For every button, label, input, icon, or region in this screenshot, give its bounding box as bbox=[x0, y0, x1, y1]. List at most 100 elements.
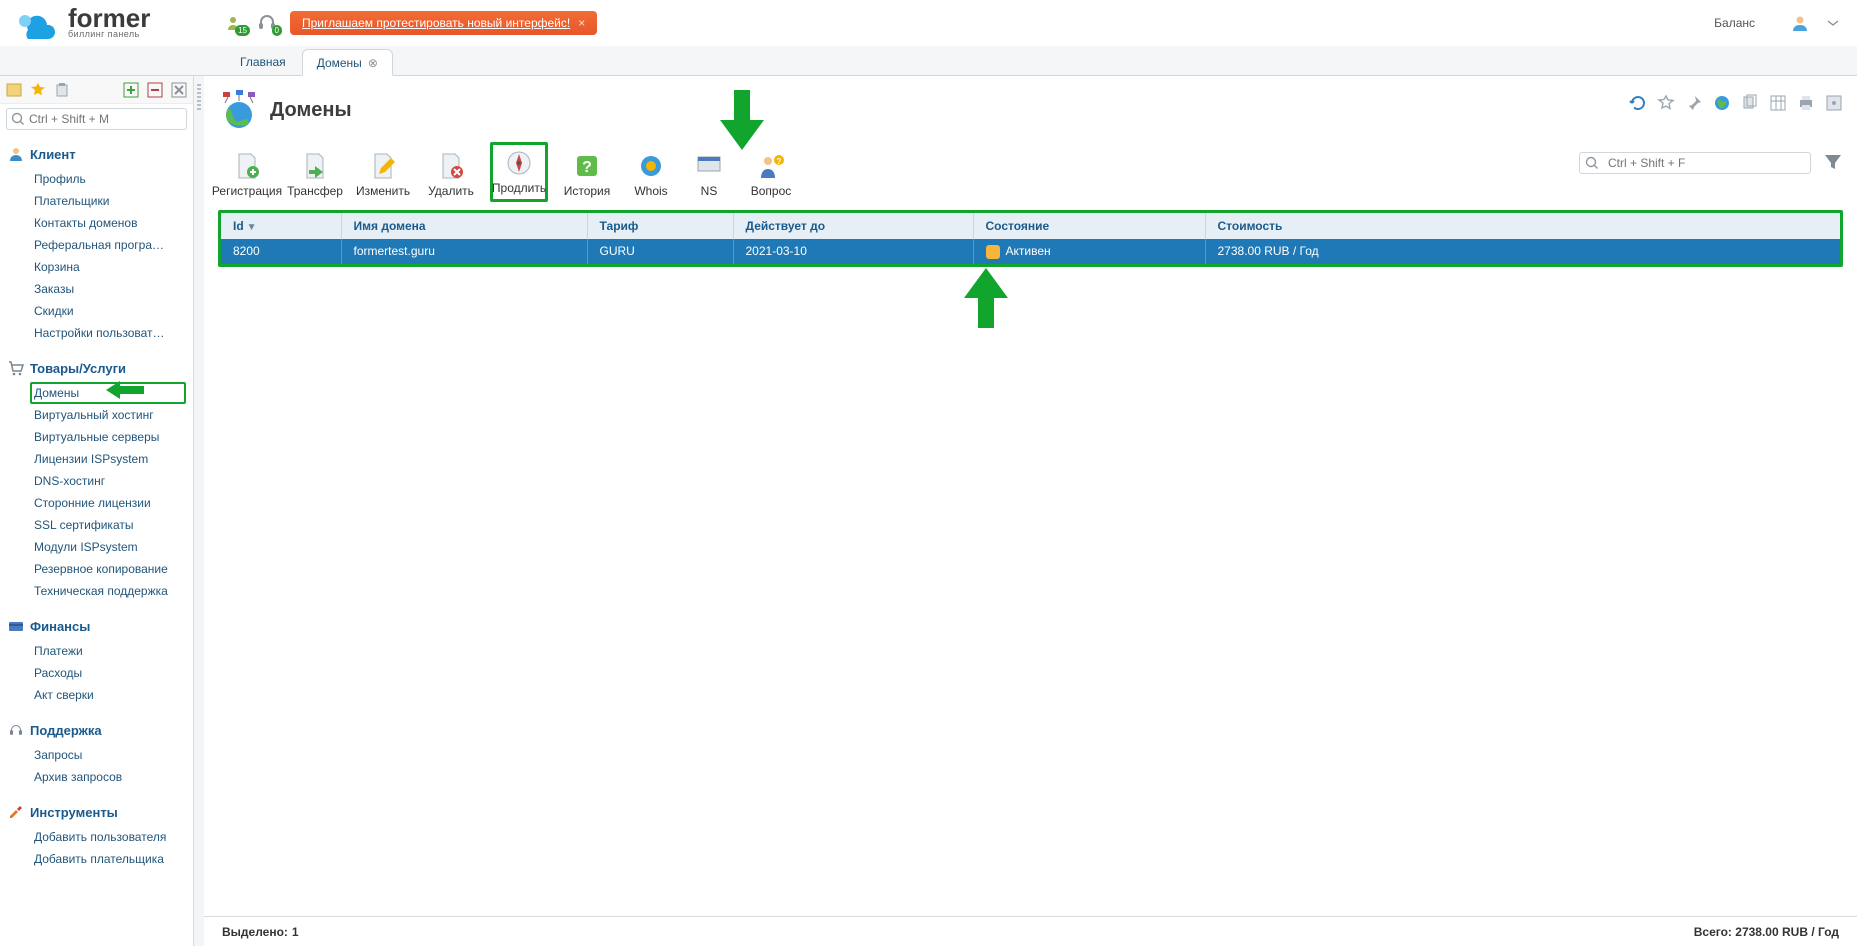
table-header-row: Id▼ Имя домена Тариф Действует до Состоя… bbox=[221, 213, 1840, 239]
col-id[interactable]: Id▼ bbox=[221, 213, 341, 239]
tool-label: История bbox=[564, 184, 611, 198]
section-head-finance[interactable]: Финансы bbox=[0, 614, 193, 638]
col-state[interactable]: Состояние bbox=[973, 213, 1205, 239]
top-right: Баланс bbox=[1714, 0, 1839, 46]
sidebar-item-ext-licenses[interactable]: Сторонние лицензии bbox=[30, 492, 186, 514]
sidebar-item-payments[interactable]: Платежи bbox=[30, 640, 186, 662]
plus-icon[interactable] bbox=[123, 82, 139, 98]
section-head-client[interactable]: Клиент bbox=[0, 142, 193, 166]
tools-icon bbox=[8, 804, 24, 820]
tabs-row: Главная Домены ⊗ bbox=[0, 46, 1857, 76]
top-bar: former биллинг панель 15 0 Приглашаем пр… bbox=[0, 0, 1857, 46]
sort-desc-icon: ▼ bbox=[247, 222, 257, 233]
tool-delete[interactable]: Удалить bbox=[422, 148, 480, 202]
settings-icon[interactable] bbox=[1825, 94, 1843, 112]
pin-icon[interactable] bbox=[1685, 94, 1703, 112]
sidebar-item-reconciliation[interactable]: Акт сверки bbox=[30, 684, 186, 706]
tool-edit[interactable]: Изменить bbox=[354, 148, 412, 202]
col-tariff[interactable]: Тариф bbox=[587, 213, 733, 239]
sidebar-item-vps[interactable]: Виртуальные серверы bbox=[30, 426, 186, 448]
refresh-icon[interactable] bbox=[1629, 94, 1647, 112]
minus-icon[interactable] bbox=[147, 82, 163, 98]
user-avatar-icon bbox=[1791, 14, 1809, 32]
sidebar-item-ticket-archive[interactable]: Архив запросов bbox=[30, 766, 186, 788]
filter-icon[interactable] bbox=[1823, 152, 1843, 172]
footer-total-label: Всего: bbox=[1694, 925, 1732, 939]
tool-register[interactable]: Регистрация bbox=[218, 148, 276, 202]
col-name[interactable]: Имя домена bbox=[341, 213, 587, 239]
columns-icon[interactable] bbox=[1769, 94, 1787, 112]
tab-close-icon[interactable]: ⊗ bbox=[368, 56, 378, 70]
sidebar-item-isp-licenses[interactable]: Лицензии ISPsystem bbox=[30, 448, 186, 470]
promo-banner-text[interactable]: Приглашаем протестировать новый интерфей… bbox=[302, 16, 570, 30]
splitter[interactable] bbox=[194, 76, 204, 946]
sidebar-item-profile[interactable]: Профиль bbox=[30, 168, 186, 190]
promo-banner: Приглашаем протестировать новый интерфей… bbox=[290, 11, 597, 35]
cloud-icon bbox=[14, 6, 60, 40]
print-icon[interactable] bbox=[1797, 94, 1815, 112]
star-icon[interactable] bbox=[30, 82, 46, 98]
sidebar-item-backup[interactable]: Резервное копирование bbox=[30, 558, 186, 580]
sidebar-item-user-settings[interactable]: Настройки пользоват… bbox=[30, 322, 186, 344]
table-row[interactable]: 8200 formertest.guru GURU 2021-03-10 Акт… bbox=[221, 239, 1840, 264]
sidebar-item-shared-hosting[interactable]: Виртуальный хостинг bbox=[30, 404, 186, 426]
close-icon[interactable] bbox=[171, 82, 187, 98]
promo-close-icon[interactable]: × bbox=[578, 16, 585, 30]
sidebar-item-cart[interactable]: Корзина bbox=[30, 256, 186, 278]
tab-home[interactable]: Главная bbox=[226, 48, 300, 75]
user-menu[interactable] bbox=[1791, 14, 1839, 32]
sidebar-item-payers[interactable]: Плательщики bbox=[30, 190, 186, 212]
file-pencil-icon bbox=[369, 152, 397, 180]
headset-icon bbox=[8, 722, 24, 738]
cell-price: 2738.00 RUB / Год bbox=[1205, 239, 1840, 264]
sidebar-item-orders[interactable]: Заказы bbox=[30, 278, 186, 300]
section-head-support[interactable]: Поддержка bbox=[0, 718, 193, 742]
logo[interactable]: former биллинг панель bbox=[14, 6, 214, 40]
sidebar-item-expenses[interactable]: Расходы bbox=[30, 662, 186, 684]
sidebar-item-ssl[interactable]: SSL сертификаты bbox=[30, 514, 186, 536]
search-icon bbox=[11, 112, 25, 126]
sidebar-item-dns-hosting[interactable]: DNS-хостинг bbox=[30, 470, 186, 492]
star-outline-icon[interactable] bbox=[1657, 94, 1675, 112]
footer-selected-count: 1 bbox=[292, 925, 299, 939]
sidebar-item-tickets[interactable]: Запросы bbox=[30, 744, 186, 766]
sidebar-item-techsupport[interactable]: Техническая поддержка bbox=[30, 580, 186, 602]
section-support: Поддержка Запросы Архив запросов bbox=[0, 718, 193, 792]
tool-question[interactable]: ? Вопрос bbox=[742, 148, 800, 202]
list-icon[interactable] bbox=[6, 82, 22, 98]
copy-icon[interactable] bbox=[1741, 94, 1759, 112]
tool-ns[interactable]: NS bbox=[686, 148, 732, 202]
col-expires[interactable]: Действует до bbox=[733, 213, 973, 239]
globe-small-icon[interactable] bbox=[1713, 94, 1731, 112]
cell-name: formertest.guru bbox=[341, 239, 587, 264]
sidebar-item-referral[interactable]: Реферальная програ… bbox=[30, 234, 186, 256]
tab-label: Домены bbox=[317, 56, 362, 70]
tool-renew[interactable]: Продлить bbox=[490, 142, 548, 202]
tool-label: Продлить bbox=[492, 181, 546, 195]
section-head-products[interactable]: Товары/Услуги bbox=[0, 356, 193, 380]
clipboard-icon[interactable] bbox=[54, 82, 70, 98]
tool-history[interactable]: ? История bbox=[558, 148, 616, 202]
section-title: Товары/Услуги bbox=[30, 361, 126, 376]
tool-transfer[interactable]: Трансфер bbox=[286, 148, 344, 202]
sidebar-item-discounts[interactable]: Скидки bbox=[30, 300, 186, 322]
balance-label[interactable]: Баланс bbox=[1714, 16, 1755, 30]
section-head-tools[interactable]: Инструменты bbox=[0, 800, 193, 824]
search-icon bbox=[1585, 156, 1599, 170]
sidebar-search-input[interactable] bbox=[6, 108, 187, 130]
tool-whois[interactable]: Whois bbox=[626, 148, 676, 202]
support-stat-icon[interactable]: 0 bbox=[256, 12, 278, 34]
sidebar-item-isp-modules[interactable]: Модули ISPsystem bbox=[30, 536, 186, 558]
layout: Клиент Профиль Плательщики Контакты доме… bbox=[0, 76, 1857, 946]
page-header: Домены bbox=[204, 76, 1857, 136]
grip-icon bbox=[197, 84, 201, 112]
tab-domains[interactable]: Домены ⊗ bbox=[302, 49, 393, 76]
sidebar-item-add-payer[interactable]: Добавить плательщика bbox=[30, 848, 186, 870]
users-stat-icon[interactable]: 15 bbox=[224, 12, 246, 34]
status-active-icon bbox=[986, 245, 1000, 259]
section-title: Инструменты bbox=[30, 805, 118, 820]
grid-search-input[interactable] bbox=[1579, 152, 1811, 174]
sidebar-item-add-user[interactable]: Добавить пользователя bbox=[30, 826, 186, 848]
col-price[interactable]: Стоимость bbox=[1205, 213, 1840, 239]
sidebar-item-domain-contacts[interactable]: Контакты доменов bbox=[30, 212, 186, 234]
